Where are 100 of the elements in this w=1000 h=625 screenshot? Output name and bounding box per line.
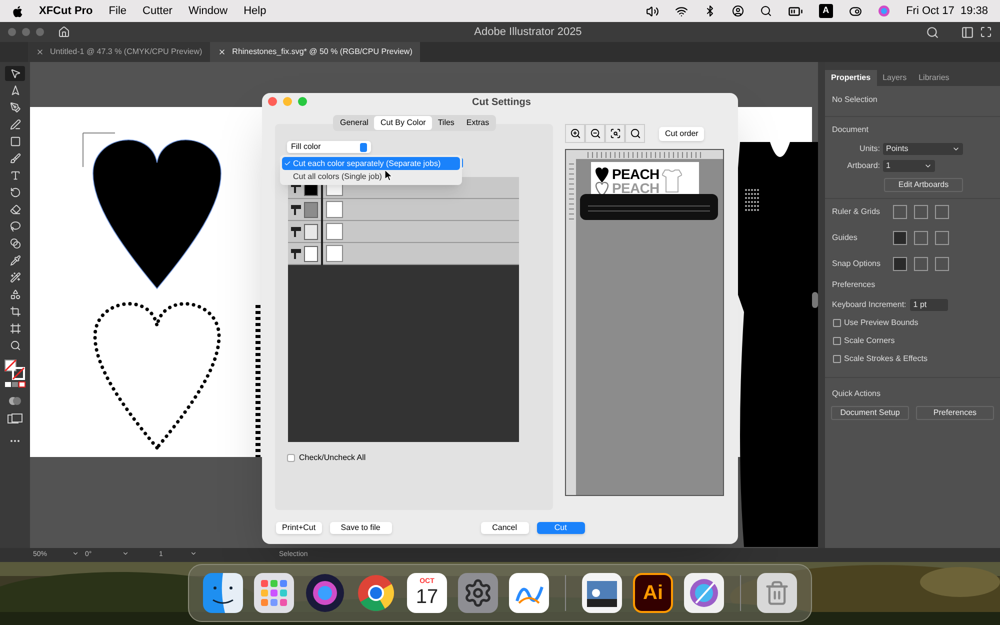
keyboard-increment-field[interactable]: 1 pt xyxy=(910,299,948,311)
rectangle-tool-icon xyxy=(10,136,20,147)
document-tab[interactable]: Rhinestones_fix.svg* @ 50 % (RGB/CPU Preview) xyxy=(210,42,420,62)
scrollbar[interactable] xyxy=(812,292,818,308)
panel-tab[interactable]: Layers xyxy=(876,70,913,86)
option-toggle[interactable] xyxy=(893,205,907,219)
settings-icon[interactable] xyxy=(458,573,498,613)
option-toggle[interactable] xyxy=(893,257,907,271)
workspace-icon[interactable] xyxy=(961,26,974,38)
option-toggle[interactable] xyxy=(893,231,907,245)
edit-artboards-button[interactable]: Edit Artboards xyxy=(884,178,963,192)
panel-icon[interactable] xyxy=(980,26,992,38)
volume-icon[interactable] xyxy=(646,4,659,18)
checkbox[interactable] xyxy=(833,319,841,327)
launchpad-icon[interactable] xyxy=(254,573,294,613)
dotted-heart-drawing[interactable] xyxy=(93,302,221,450)
option-toggle[interactable] xyxy=(914,205,928,219)
field-label: Keyboard Increment: xyxy=(832,299,906,311)
marker-icon xyxy=(290,248,302,260)
dialog-tab[interactable]: General xyxy=(334,116,374,130)
stepper-icon xyxy=(360,142,367,152)
screen-mode-icon[interactable] xyxy=(7,413,23,425)
menu-item[interactable]: Window xyxy=(188,2,228,20)
section-heading: Document xyxy=(831,124,870,136)
input-source-badge[interactable]: A xyxy=(818,4,834,18)
cut-button[interactable]: Cut xyxy=(536,522,585,534)
panel-tab[interactable]: Properties xyxy=(825,70,877,86)
option-toggle[interactable] xyxy=(935,205,949,219)
control-center-icon[interactable] xyxy=(849,4,862,18)
option-toggle[interactable] xyxy=(914,257,928,271)
siri-icon[interactable] xyxy=(878,5,890,17)
photo-app-icon[interactable] xyxy=(582,573,622,613)
trash-icon[interactable] xyxy=(757,573,797,613)
checkbox[interactable] xyxy=(833,337,841,345)
save-to-file-button[interactable]: Save to file xyxy=(330,522,392,534)
eraser-tool-icon xyxy=(10,204,20,215)
units-select[interactable]: Points xyxy=(883,143,963,155)
section-heading: Quick Actions xyxy=(831,388,882,400)
quick-action-button[interactable]: Document Setup xyxy=(831,406,909,420)
wifi-icon[interactable] xyxy=(674,4,688,18)
cancel-button[interactable]: Cancel xyxy=(480,522,529,534)
illustrator-icon[interactable]: Ai xyxy=(633,573,673,613)
print-cut-button[interactable]: Print+Cut xyxy=(276,522,322,534)
tool-button[interactable] xyxy=(5,66,25,81)
lasso-tool-icon xyxy=(10,221,20,232)
menu-item[interactable]: File xyxy=(108,2,127,20)
chevron-down-icon xyxy=(190,550,197,557)
thumbnail xyxy=(326,223,343,240)
close-icon[interactable] xyxy=(36,48,44,56)
zoom-tool-button[interactable] xyxy=(585,124,605,143)
zoom-tool-button[interactable] xyxy=(625,124,645,143)
document-tab[interactable]: Untitled-1 @ 47.3 % (CMYK/CPU Preview) xyxy=(28,42,210,62)
color-row[interactable] xyxy=(288,199,519,221)
quick-action-button[interactable]: Preferences xyxy=(916,406,994,420)
marker-icon xyxy=(290,226,302,238)
artboard-select[interactable]: 1 xyxy=(883,160,935,172)
zoom-fit-icon xyxy=(610,128,620,139)
tshirt-icon xyxy=(662,169,682,193)
app-menu[interactable]: XFCut Pro xyxy=(39,2,93,20)
checkbox[interactable] xyxy=(833,355,841,363)
zoom-tool-button[interactable] xyxy=(605,124,625,143)
gear-icon xyxy=(463,578,493,608)
dialog-tab[interactable]: Extras xyxy=(460,116,496,130)
option-label: Snap Options xyxy=(832,258,882,270)
dotted-line[interactable] xyxy=(256,305,260,457)
menu-option[interactable]: Cut all colors (Single job) xyxy=(282,170,460,183)
search-icon[interactable] xyxy=(926,26,939,38)
fill-stroke-icon[interactable] xyxy=(4,359,26,389)
siri-icon[interactable] xyxy=(305,573,345,613)
option-toggle[interactable] xyxy=(935,231,949,245)
finder-icon[interactable] xyxy=(203,573,243,613)
home-icon[interactable] xyxy=(58,26,70,38)
dialog-tab[interactable]: Tiles xyxy=(432,116,460,130)
user-icon[interactable] xyxy=(732,5,744,17)
draw-mode-icon[interactable] xyxy=(8,395,22,407)
crop-tool-icon xyxy=(10,306,20,317)
dialog-tab[interactable]: Cut By Color xyxy=(374,116,432,130)
cut-order-button[interactable]: Cut order xyxy=(659,126,704,140)
panel-tab[interactable]: Libraries xyxy=(912,70,956,86)
close-icon[interactable] xyxy=(218,48,226,56)
option-toggle[interactable] xyxy=(914,231,928,245)
app-icon[interactable] xyxy=(684,573,724,613)
pen-tool-icon xyxy=(10,102,20,113)
checkbox[interactable] xyxy=(287,454,295,462)
freeform-icon[interactable] xyxy=(509,573,549,613)
option-toggle[interactable] xyxy=(935,257,949,271)
heart-drawing[interactable] xyxy=(92,140,222,289)
color-row[interactable] xyxy=(288,221,519,243)
color-row[interactable] xyxy=(288,243,519,265)
menu-item[interactable]: Cutter xyxy=(142,2,172,20)
marker-icon xyxy=(290,204,302,216)
apple-icon[interactable] xyxy=(12,4,23,18)
chrome-icon[interactable] xyxy=(356,573,396,613)
menu-item[interactable]: Help xyxy=(244,2,266,20)
close-button[interactable] xyxy=(268,97,277,106)
clock[interactable]: Fri Oct 17 19:38 xyxy=(906,2,988,20)
search-icon[interactable] xyxy=(760,5,772,17)
check-icon xyxy=(284,160,291,167)
zoom-tool-button[interactable] xyxy=(565,124,585,143)
fill-select[interactable]: Fill color xyxy=(287,141,371,153)
